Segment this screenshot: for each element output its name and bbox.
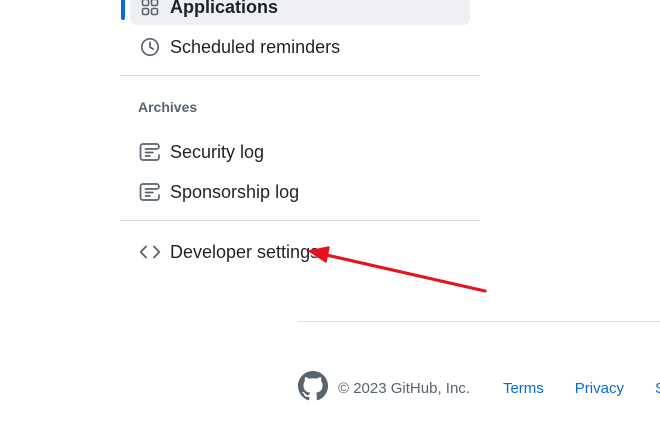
code-icon <box>138 240 162 264</box>
archives-heading: Archives <box>138 99 198 115</box>
github-logo-icon[interactable] <box>298 370 338 406</box>
sidebar-divider <box>120 220 480 221</box>
footer-link-privacy[interactable]: Privacy <box>575 380 624 397</box>
sidebar-item-label: Security log <box>170 141 265 162</box>
footer: © 2023 GitHub, Inc. Terms Privacy Se <box>298 370 660 406</box>
sidebar-item-label: Developer settings <box>170 241 320 262</box>
clock-icon <box>138 35 162 59</box>
log-icon <box>138 180 162 204</box>
sidebar-item-scheduled-reminders[interactable]: Scheduled reminders <box>130 29 470 65</box>
sidebar-item-applications[interactable]: Applications <box>130 0 470 25</box>
sidebar-item-security-log[interactable]: Security log <box>130 134 470 170</box>
sidebar-item-label: Sponsorship log <box>170 181 300 202</box>
active-indicator <box>121 0 125 20</box>
sidebar-item-developer-settings[interactable]: Developer settings <box>130 234 470 270</box>
footer-link-terms[interactable]: Terms <box>503 380 544 397</box>
sidebar-item-label: Applications <box>170 0 279 17</box>
footer-link-security[interactable]: Se <box>655 380 660 397</box>
sidebar-item-sponsorship-log[interactable]: Sponsorship log <box>130 174 470 210</box>
footer-divider <box>298 321 660 322</box>
sidebar-divider <box>120 75 480 76</box>
sidebar-item-label: Scheduled reminders <box>170 36 341 57</box>
footer-copyright: © 2023 GitHub, Inc. <box>338 379 470 397</box>
log-icon <box>138 140 162 164</box>
apps-grid-icon <box>138 0 162 19</box>
